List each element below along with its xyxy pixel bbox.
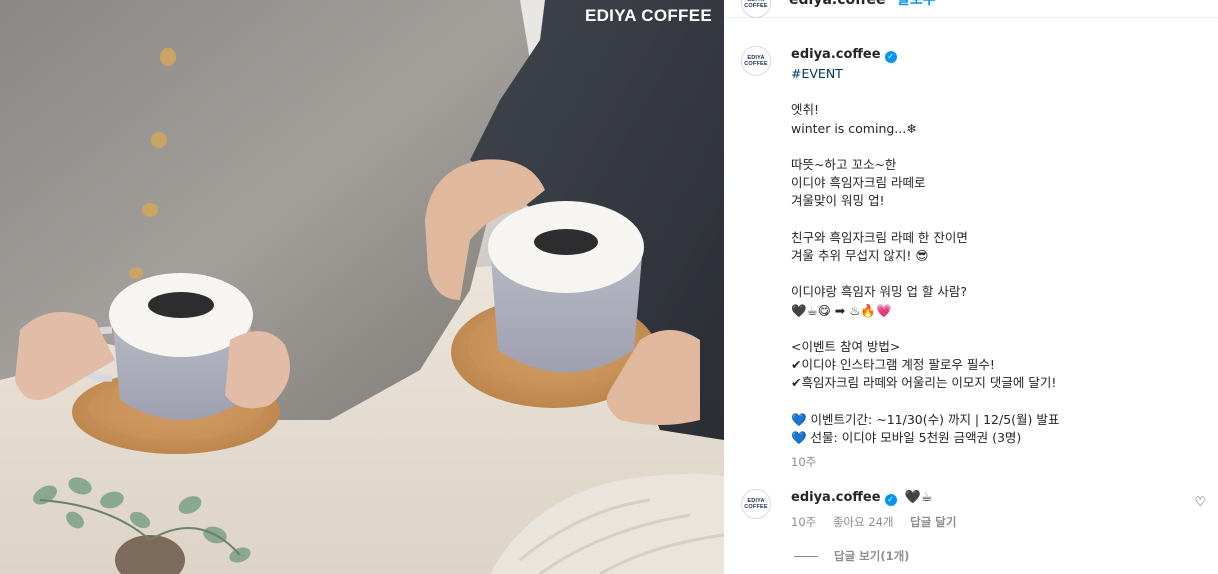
reply-button[interactable]: 답글 달기 (910, 515, 956, 529)
follow-button[interactable]: 팔로우 (897, 0, 936, 12)
caption-line (791, 265, 1201, 283)
comment-meta: 10주 좋아요 24개 답글 달기 (791, 513, 1181, 531)
caption-line: 겨울맞이 워밍 업! (791, 193, 885, 209)
caption-line: 이디야 흑임자크림 라떼로 (791, 175, 926, 191)
caption-line: 💙 선물: 이디야 모바일 5천원 금액권 (3명) (791, 429, 1022, 445)
caption-line (791, 320, 1201, 338)
caption-line: winter is coming...❄ (791, 120, 917, 136)
caption-line: 따뜻~하고 꼬소~한 (791, 157, 897, 172)
comment-username[interactable]: ediya.coffee (791, 490, 881, 505)
caption-line: 💙 이벤트기간: ~11/30(수) 까지 | 12/5(월) 발표 (791, 411, 1060, 427)
verified-badge-icon: ✓ (884, 51, 897, 63)
caption-line: ✔이디야 인스타그램 계정 팔로우 필수! (791, 357, 995, 373)
header-username[interactable]: ediya.coffee (789, 0, 885, 12)
comment-likes[interactable]: 좋아요 24개 (833, 515, 894, 529)
caption-username[interactable]: ediya.coffee (791, 47, 881, 62)
view-replies-button[interactable]: 답글 보기(1개) (794, 548, 909, 564)
post-header: EDIYA COFFEE ediya.coffee 팔로우 ··· (724, 0, 1218, 18)
caption-avatar[interactable]: EDIYA COFFEE (741, 46, 771, 76)
heart-outline-icon[interactable]: ♡ (1194, 495, 1206, 510)
avatar[interactable]: EDIYA COFFEE (741, 0, 771, 18)
comment-item: ediya.coffee ✓ 🖤☕ 10주 좋아요 24개 답글 달기 (791, 489, 1181, 531)
caption-line: 이디야랑 흑임자 워밍 업 할 사람? (791, 284, 968, 300)
photo-illustration (0, 0, 724, 574)
caption-line: <이벤트 참여 방법> (791, 338, 901, 354)
caption-text: 엣취! winter is coming...❄ 따뜻~하고 꼬소~한이디야 흑임자… (791, 101, 1201, 447)
caption-line: 엣취! (791, 102, 820, 118)
caption-line: ✔흑임자크림 라떼와 어울리는 이모지 댓글에 달기! (791, 375, 1057, 391)
caption-line: 친구와 흑임자크림 라떼 한 잔이면 (791, 229, 968, 245)
caption-line (791, 393, 1201, 411)
post-sidebar: EDIYA COFFEE ediya.coffee 팔로우 ··· EDIYA … (724, 0, 1218, 574)
verified-badge-icon: ✓ (884, 494, 897, 506)
caption-line: 겨울 추위 무섭지 않지! 😎 (791, 248, 929, 263)
more-icon[interactable]: ··· (1186, 0, 1204, 10)
caption-line (791, 138, 1201, 156)
caption-line: 🖤☕😋 ➡ ♨🔥💗 (791, 302, 892, 318)
caption-line (791, 211, 1201, 229)
post-caption: ediya.coffee ✓ #EVENT 엣취! winter is coming… (791, 45, 1201, 471)
replies-divider (794, 555, 818, 557)
comment-avatar[interactable]: EDIYA COFFEE (741, 489, 771, 519)
post-photo: EDIYA COFFEE (0, 0, 724, 574)
brand-watermark: EDIYA COFFEE (584, 6, 712, 25)
comment-timestamp[interactable]: 10주 (791, 515, 816, 529)
comment-text: 🖤☕ (904, 490, 933, 505)
hashtag-link[interactable]: #EVENT (791, 65, 1201, 83)
post-timestamp[interactable]: 10주 (791, 453, 1201, 471)
